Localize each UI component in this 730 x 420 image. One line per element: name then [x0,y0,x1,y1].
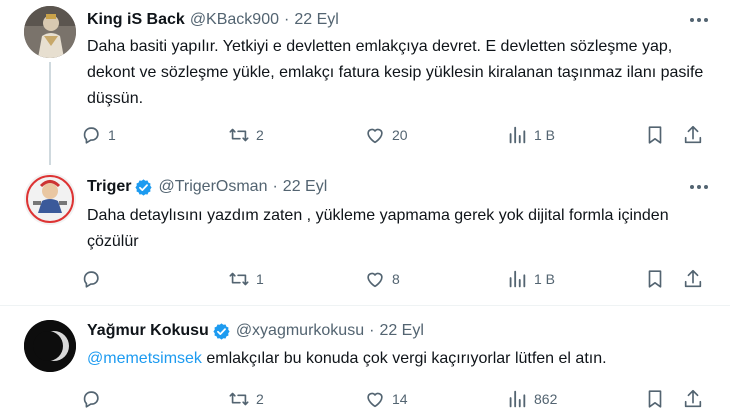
tweet-text: Daha basiti yapılır. Yetkiyi e devletten… [87,38,704,107]
reply-count: 1 [108,127,116,143]
action-bar: 1 2 20 1 B [80,120,710,150]
reply-button[interactable] [80,264,108,294]
views-icon [509,126,526,144]
retweet-count: 2 [256,391,264,407]
tweet-header: King iS Back @KBack900 · 22 Eyl [87,8,339,32]
reply-icon [83,391,99,408]
retweet-count: 1 [256,271,264,287]
tweet-3[interactable]: Yağmur Kokusu @xyagmurkokusu · 22 Eyl @m… [0,306,730,420]
tweet-date[interactable]: 22 Eyl [294,11,338,29]
views-count: 1 B [534,271,556,287]
retweet-button[interactable]: 1 [228,264,264,294]
share-button[interactable] [682,120,704,150]
action-bar: 1 8 1 B [80,264,710,294]
verified-icon [134,178,153,197]
bookmark-button[interactable] [644,384,666,414]
like-icon [367,272,383,288]
separator: · [284,11,290,28]
verified-icon [212,322,231,341]
retweet-count: 2 [256,127,264,143]
tweet-1[interactable]: King iS Back @KBack900 · 22 Eyl Daha bas… [0,0,730,165]
bookmark-icon [648,270,662,288]
tweet-text: @memetsimsek emlakçılar bu konuda çok ve… [87,346,707,372]
avatar-triger[interactable] [24,173,76,225]
views-count: 862 [534,391,558,407]
views-button[interactable]: 1 B [506,120,555,150]
avatar-kingisback[interactable] [24,6,76,58]
tweet-date[interactable]: 22 Eyl [379,322,423,340]
like-icon [367,128,383,144]
thread-line [49,62,51,165]
tweet-2[interactable]: Triger @TrigerOsman · 22 Eyl Daha detayl… [0,165,730,305]
retweet-button[interactable]: 2 [228,384,264,414]
author-handle[interactable]: @xyagmurkokusu [236,322,364,340]
bookmark-icon [648,126,662,144]
share-icon [684,125,702,144]
retweet-button[interactable]: 2 [228,120,264,150]
reply-button[interactable]: 1 [80,120,116,150]
retweet-icon [229,272,249,286]
reply-icon [83,271,99,288]
tweet-header: Triger @TrigerOsman · 22 Eyl [87,175,327,199]
like-button[interactable]: 14 [364,384,408,414]
author-name[interactable]: Triger [87,178,131,196]
author-handle[interactable]: @TrigerOsman [158,178,267,196]
share-button[interactable] [682,264,704,294]
separator: · [369,322,375,339]
action-bar: 2 14 862 [80,384,710,414]
author-name[interactable]: Yağmur Kokusu [87,322,209,340]
retweet-icon [229,392,249,406]
reply-icon [83,127,99,144]
views-icon [509,270,526,288]
like-button[interactable]: 20 [364,120,408,150]
more-icon[interactable] [686,177,712,197]
bookmark-button[interactable] [644,264,666,294]
tweet-body: emlakçılar bu konuda çok vergi kaçırıyor… [201,350,607,367]
reply-button[interactable] [80,384,108,414]
more-icon[interactable] [686,10,712,30]
share-button[interactable] [682,384,704,414]
like-count: 14 [392,391,408,407]
like-icon [367,392,383,408]
views-button[interactable]: 862 [506,384,557,414]
bookmark-button[interactable] [644,120,666,150]
tweet-date[interactable]: 22 Eyl [283,178,327,196]
mention-link[interactable]: @memetsimsek [87,350,202,367]
author-handle[interactable]: @KBack900 [190,11,279,29]
like-count: 20 [392,127,408,143]
share-icon [684,389,702,408]
bookmark-icon [648,390,662,408]
tweet-text: Daha detaylısını yazdım zaten , yükleme … [87,207,669,250]
tweet-header: Yağmur Kokusu @xyagmurkokusu · 22 Eyl [87,319,424,343]
author-name[interactable]: King iS Back [87,11,185,29]
views-button[interactable]: 1 B [506,264,555,294]
share-icon [684,269,702,288]
like-button[interactable]: 8 [364,264,400,294]
views-icon [509,390,526,408]
avatar-yagmurkokusu[interactable] [24,320,76,372]
views-count: 1 B [534,127,556,143]
separator: · [272,178,278,195]
like-count: 8 [392,271,400,287]
retweet-icon [229,128,249,142]
